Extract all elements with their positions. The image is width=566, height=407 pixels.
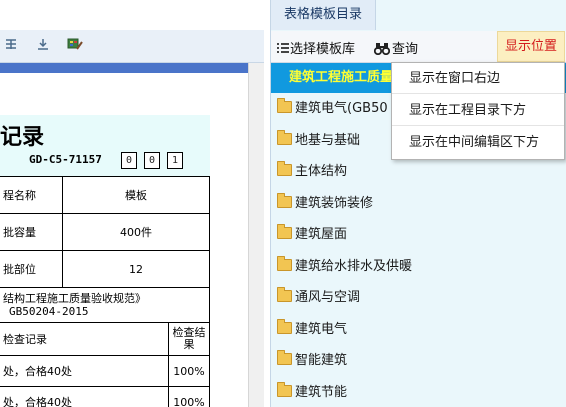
table-cell[interactable]: 处，合格40处 [0, 355, 169, 387]
tree-item-label: 建筑装饰装修 [295, 196, 374, 211]
tree-item[interactable]: 智能建筑 [277, 347, 347, 375]
document-table: 程名称 模板 批容量 400件 批部位 12 结构工程施工质量验收规范》 GB5… [0, 176, 210, 407]
document-code: GD-C5-71157 [29, 153, 102, 166]
folder-icon [277, 193, 292, 208]
tree-item-label: 通风与空调 [295, 290, 361, 305]
query-label: 查询 [392, 42, 419, 57]
menu-list-icon [277, 42, 289, 58]
folder-icon [277, 130, 292, 145]
tree-item[interactable]: 地基与基础 [277, 127, 360, 155]
tree-item-label: 地基与基础 [295, 133, 361, 148]
tree-item[interactable]: 建筑电气 [277, 316, 347, 344]
table-cell[interactable]: 程名称 [0, 176, 63, 214]
editor-top-strip [0, 0, 264, 30]
folder-icon [277, 319, 292, 334]
tree-item-label: 智能建筑 [295, 353, 348, 368]
display-position-button[interactable]: 显示位置 [497, 31, 565, 62]
spec-line-2: GB50204-2015 [9, 305, 89, 318]
code-box[interactable]: 0 [144, 152, 160, 169]
folder-icon [277, 287, 292, 302]
tab-template-catalog[interactable]: 表格模板目录 [271, 0, 376, 30]
tree-item[interactable]: 通风与空调 [277, 284, 360, 312]
table-cell[interactable]: 处，合格40处 [0, 386, 169, 407]
tree-item[interactable]: 建筑节能 [277, 379, 347, 407]
tree-item-label: 建筑电气 [295, 322, 348, 337]
tree-item[interactable]: 建筑屋面 [277, 221, 347, 249]
ruler-bar [0, 63, 248, 73]
document-title: 记录 [0, 124, 45, 150]
spec-cell[interactable]: 结构工程施工质量验收规范》 GB50204-2015 [0, 287, 210, 323]
tree-item[interactable]: 建筑电气(GB50 [277, 95, 388, 123]
table-row: 处，合格40处 100% [0, 355, 210, 387]
folder-icon [277, 98, 292, 113]
tree-item[interactable]: 建筑装饰装修 [277, 190, 373, 218]
menu-item-below-editor[interactable]: 显示在中间编辑区下方 [392, 127, 564, 158]
tree-item-label: 建筑给水排水及供暖 [295, 259, 413, 274]
tree-item-label: 建筑工程施工质量 [289, 70, 394, 85]
tree-item-label: 主体结构 [295, 164, 348, 179]
table-cell[interactable]: 12 [62, 250, 210, 288]
table-cell[interactable]: 100% [168, 355, 210, 387]
tree-item[interactable]: 建筑给水排水及供暖 [277, 253, 412, 281]
check-result-header-cell: 检查结果 [168, 322, 210, 356]
align-center-icon[interactable] [2, 37, 20, 55]
table-row: 程名称 模板 [0, 176, 210, 214]
table-row: 批容量 400件 [0, 213, 210, 251]
folder-icon [277, 224, 292, 239]
folder-icon [277, 382, 292, 397]
table-row: 检查记录 检查结果 [0, 322, 210, 356]
align-bottom-icon[interactable] [34, 37, 52, 55]
table-row: 批部位 12 [0, 250, 210, 288]
palette-icon[interactable] [66, 37, 84, 55]
tree-item-label: 建筑电气(GB50 [295, 101, 388, 116]
select-library-label: 选择模板库 [290, 42, 356, 57]
table-cell[interactable]: 100% [168, 386, 210, 407]
spec-line-1: 结构工程施工质量验收规范》 [3, 292, 146, 305]
check-header-cell: 检查记录 [0, 322, 169, 356]
tree-item-label: 建筑屋面 [295, 227, 348, 242]
tree-item-label: 建筑节能 [295, 385, 348, 400]
editor-scrollbar[interactable] [248, 63, 264, 407]
menu-item-window-right[interactable]: 显示在窗口右边 [392, 63, 564, 94]
folder-icon [277, 350, 292, 365]
folder-icon [277, 161, 292, 176]
table-cell[interactable]: 批容量 [0, 213, 63, 251]
query-button[interactable]: 查询 [373, 38, 419, 59]
display-position-menu: 显示在窗口右边 显示在工程目录下方 显示在中间编辑区下方 [391, 62, 565, 160]
folder-icon [277, 256, 292, 271]
code-box[interactable]: 0 [121, 152, 137, 169]
table-cell[interactable]: 400件 [62, 213, 210, 251]
tree-item[interactable]: 主体结构 [277, 158, 347, 186]
binoculars-icon [373, 42, 391, 59]
menu-item-below-project-catalog[interactable]: 显示在工程目录下方 [392, 95, 564, 126]
editor-pane: 记录 GD-C5-71157 0 0 1 程名称 模板 批容量 400件 批部位… [0, 0, 264, 407]
editor-toolbar [0, 30, 264, 63]
select-library-button[interactable]: 选择模板库 [277, 38, 355, 58]
document-canvas[interactable]: 记录 GD-C5-71157 0 0 1 程名称 模板 批容量 400件 批部位… [0, 73, 248, 407]
code-box[interactable]: 1 [167, 152, 183, 169]
table-row: 结构工程施工质量验收规范》 GB50204-2015 [0, 287, 210, 323]
table-cell[interactable]: 批部位 [0, 250, 63, 288]
table-row: 处，合格40处 100% [0, 386, 210, 407]
table-cell[interactable]: 模板 [62, 176, 210, 214]
